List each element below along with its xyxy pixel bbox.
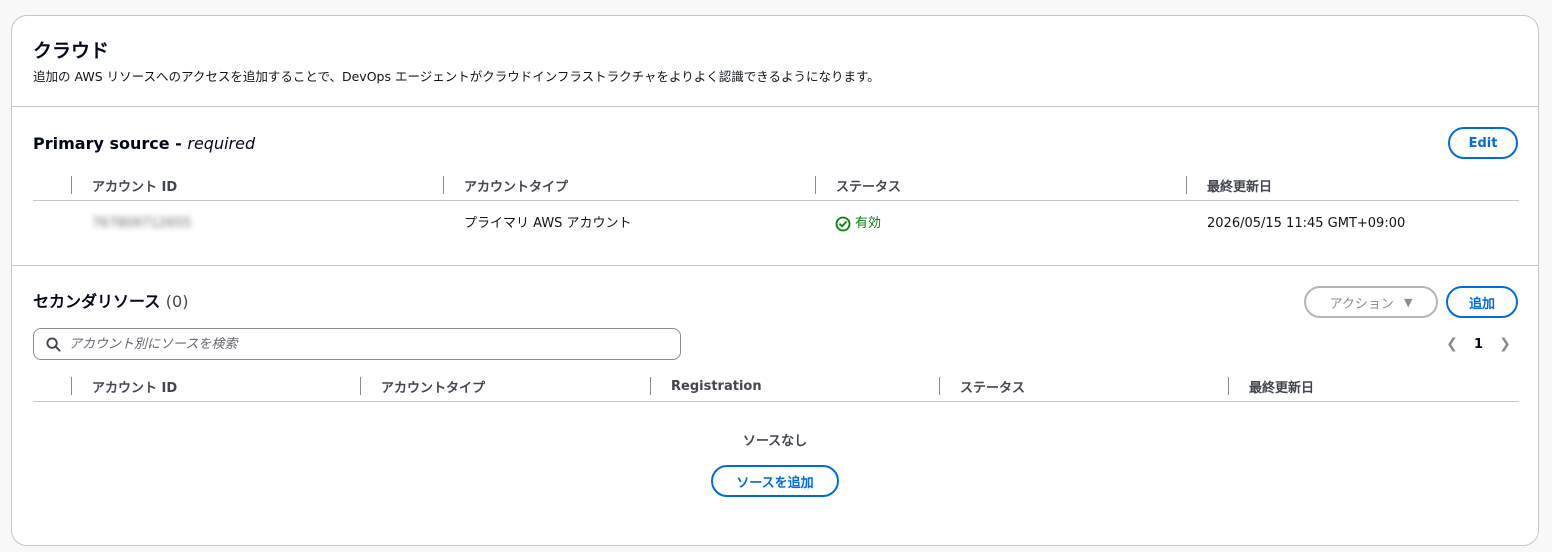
search-icon xyxy=(46,336,61,352)
primary-table-header: アカウント ID アカウントタイプ ステータス 最終更新日 xyxy=(33,171,1519,201)
primary-source-title: Primary source - required xyxy=(33,133,255,155)
column-separator[interactable] xyxy=(360,377,361,395)
column-header-last-updated[interactable]: 最終更新日 xyxy=(1249,372,1314,400)
column-separator[interactable] xyxy=(71,377,72,395)
empty-state-text: ソースなし xyxy=(742,434,808,449)
column-header-account-type[interactable]: アカウントタイプ xyxy=(381,372,485,400)
account-type-cell: プライマリ AWS アカウント xyxy=(464,216,632,231)
secondary-table-header: アカウント ID アカウントタイプ Registration ステータス 最終更… xyxy=(33,372,1519,402)
header-divider xyxy=(12,106,1538,107)
actions-label: アクション xyxy=(1329,296,1394,312)
chevron-left-icon[interactable]: ❮ xyxy=(1444,336,1460,352)
column-separator[interactable] xyxy=(1228,377,1229,395)
column-header-last-updated[interactable]: 最終更新日 xyxy=(1207,171,1272,199)
status-badge: 有効 xyxy=(835,215,881,233)
column-header-account-id[interactable]: アカウント ID xyxy=(92,372,177,400)
page-description: 追加の AWS リソースへのアクセスを追加することで、DevOps エージェント… xyxy=(33,69,880,84)
column-separator[interactable] xyxy=(939,377,940,395)
panel-header: クラウド 追加の AWS リソースへのアクセスを追加することで、DevOps エ… xyxy=(33,38,880,86)
primary-source-title-text: Primary source - xyxy=(33,134,188,153)
actions-dropdown-button[interactable]: アクション ▼ xyxy=(1304,286,1438,318)
column-separator[interactable] xyxy=(650,377,651,395)
search-field[interactable] xyxy=(33,328,681,360)
column-separator[interactable] xyxy=(1186,176,1187,194)
column-separator[interactable] xyxy=(443,176,444,194)
required-label: required xyxy=(187,134,256,153)
column-header-status[interactable]: ステータス xyxy=(960,372,1025,400)
add-source-button[interactable]: ソースを追加 xyxy=(711,465,839,497)
source-count: (0) xyxy=(165,292,189,311)
page-title: クラウド xyxy=(33,40,110,62)
secondary-source-title: セカンダリソース (0) xyxy=(33,291,188,313)
section-divider xyxy=(12,265,1538,266)
add-button[interactable]: 追加 xyxy=(1446,286,1518,318)
pagination: ❮ 1 ❯ xyxy=(1444,334,1513,354)
cloud-panel: クラウド 追加の AWS リソースへのアクセスを追加することで、DevOps エ… xyxy=(11,15,1539,546)
column-header-account-type[interactable]: アカウントタイプ xyxy=(464,171,568,199)
column-header-account-id[interactable]: アカウント ID xyxy=(92,171,177,199)
page-number[interactable]: 1 xyxy=(1474,337,1483,352)
check-circle-icon xyxy=(835,216,851,232)
column-header-status[interactable]: ステータス xyxy=(836,171,901,199)
secondary-source-title-text: セカンダリソース xyxy=(33,292,161,311)
status-text: 有効 xyxy=(855,216,882,231)
chevron-right-icon[interactable]: ❯ xyxy=(1497,336,1513,352)
account-id-cell: 767809712655 xyxy=(92,216,192,231)
last-updated-cell: 2026/05/15 11:45 GMT+09:00 xyxy=(1207,216,1406,231)
column-separator[interactable] xyxy=(815,176,816,194)
column-separator[interactable] xyxy=(71,176,72,194)
caret-down-icon: ▼ xyxy=(1403,295,1413,309)
search-input[interactable] xyxy=(69,336,680,352)
edit-button[interactable]: Edit xyxy=(1448,127,1518,159)
column-header-registration[interactable]: Registration xyxy=(671,372,762,400)
